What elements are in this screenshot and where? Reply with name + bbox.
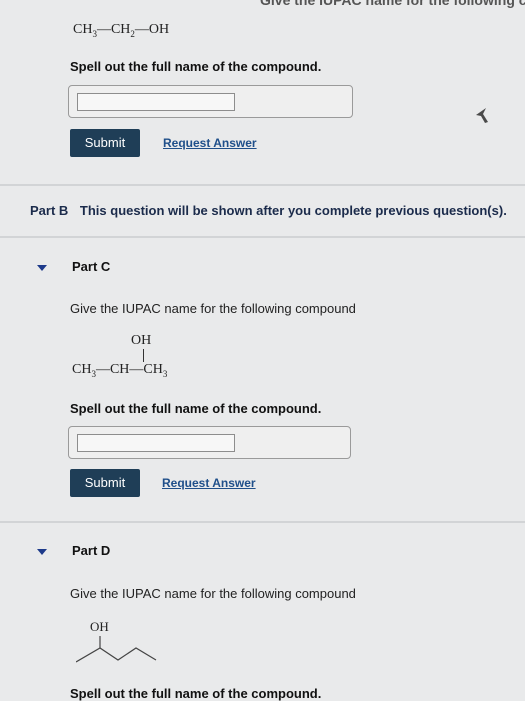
cut-off-header-text: Give the IUPAC name for the following co… [260, 0, 525, 8]
part-d-title[interactable]: Part D [72, 543, 110, 558]
section-divider-a [0, 184, 525, 186]
part-a-formula: CH3—CH2—OH [73, 22, 170, 39]
part-c-request-answer-link[interactable]: Request Answer [162, 476, 256, 490]
part-c-formula: CH3—CH—CH3 [72, 362, 168, 379]
part-d-prompt: Spell out the full name of the compound. [70, 686, 322, 701]
part-d-question: Give the IUPAC name for the following co… [70, 586, 356, 601]
part-c-oh-label: OH [131, 333, 152, 348]
part-c-submit-button[interactable]: Submit [70, 469, 140, 497]
skeletal-structure-icon [76, 636, 157, 663]
part-a-request-answer-link[interactable]: Request Answer [163, 136, 257, 150]
cut-off-header: Give the IUPAC name for the following co… [0, 0, 525, 14]
vertical-bond-icon [143, 349, 144, 362]
section-divider-c [0, 521, 525, 523]
part-c-answer-box [68, 426, 351, 459]
part-a-prompt: Spell out the full name of the compound. [70, 59, 322, 74]
part-c-prompt: Spell out the full name of the compound. [70, 401, 322, 416]
part-a-answer-box [68, 85, 353, 118]
section-divider-b [0, 236, 525, 238]
part-c-answer-input[interactable] [77, 434, 235, 452]
part-c-title[interactable]: Part C [72, 259, 110, 274]
caret-down-icon[interactable] [37, 549, 47, 555]
part-b-message: This question will be shown after you co… [79, 203, 507, 218]
part-a-submit-button[interactable]: Submit [70, 129, 140, 157]
part-d-oh-label: OH [90, 619, 109, 634]
mouse-cursor-icon [476, 108, 488, 123]
part-b-row: Part B This question will be shown after… [30, 203, 507, 218]
part-b-label: Part B [30, 203, 69, 218]
caret-down-icon[interactable] [37, 265, 47, 271]
part-a-answer-input[interactable] [77, 93, 235, 111]
part-c-question: Give the IUPAC name for the following co… [70, 301, 356, 316]
